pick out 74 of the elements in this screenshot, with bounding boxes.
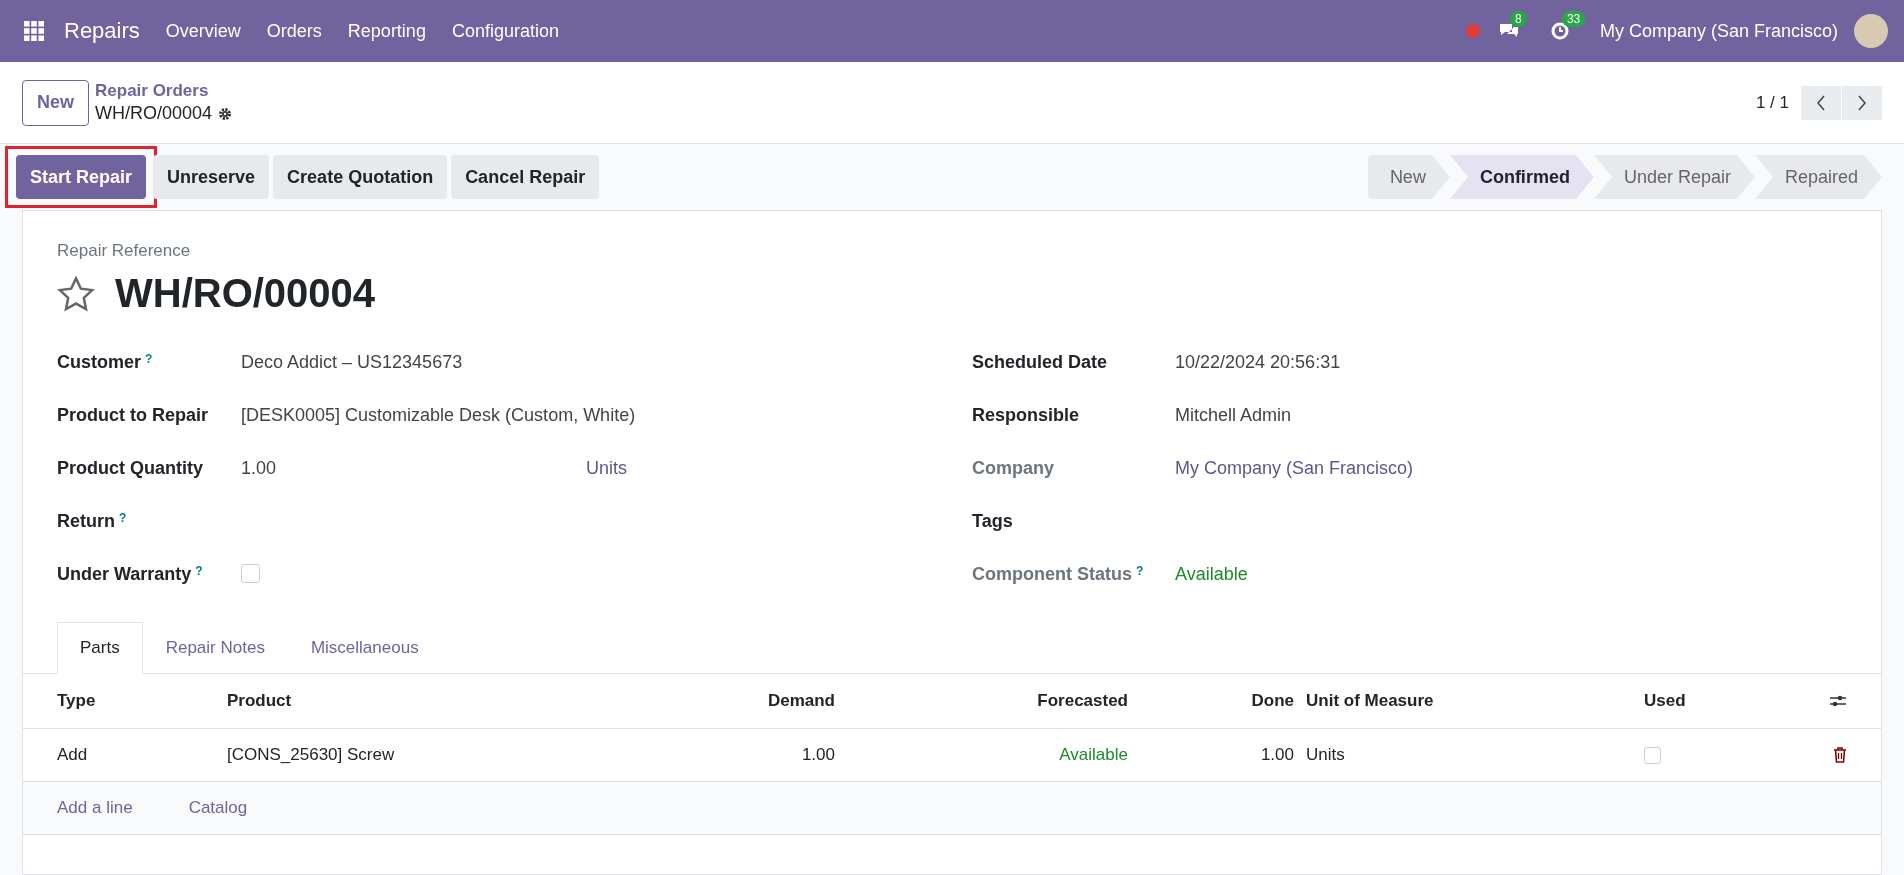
pager-value: 1 / 1 [1755, 92, 1789, 113]
help-tooltip-icon[interactable]: ? [145, 352, 153, 366]
company-switcher[interactable]: My Company (San Francisco) [1599, 20, 1838, 42]
breadcrumb-link[interactable]: Repair Orders [95, 81, 233, 101]
column-header[interactable]: Type [57, 691, 227, 711]
menu-item[interactable]: Orders [266, 20, 322, 42]
user-avatar[interactable] [1854, 14, 1888, 48]
table-cell-text: 1.00 [1259, 745, 1295, 765]
status-stage[interactable]: Under Repair [1593, 155, 1755, 199]
column-header[interactable]: Done [1128, 691, 1306, 711]
column-header[interactable]: Product [227, 691, 517, 711]
help-tooltip-icon[interactable]: ? [195, 564, 203, 578]
field-value[interactable]: 1.00 [241, 458, 586, 479]
gear-icon[interactable] [218, 106, 233, 121]
status-value: Available [1175, 564, 1248, 585]
status-stage[interactable]: New [1367, 155, 1450, 199]
field-label: Tags [972, 511, 1013, 532]
column-header[interactable]: Forecasted [835, 691, 1128, 711]
count-badge: 8 [1509, 11, 1527, 27]
add-link[interactable]: Add a line [57, 798, 133, 818]
record-dot-icon[interactable] [1465, 24, 1480, 38]
menu-item[interactable]: Configuration [451, 20, 559, 42]
notebook-tab[interactable]: Miscellaneous [287, 622, 442, 674]
record-name: WH/RO/00004 [95, 103, 213, 124]
field-value[interactable]: [DESK0005] Customizable Desk (Custom, White) [241, 405, 636, 426]
status-value: Available [1058, 745, 1128, 765]
checkbox[interactable] [241, 564, 260, 583]
record-title: WH/RO/00004 [115, 271, 376, 316]
table-cell-text: Units [1306, 745, 1346, 765]
count-badge: 33 [1561, 11, 1586, 27]
sliders-icon[interactable] [1829, 693, 1847, 709]
field-value[interactable]: Mitchell Admin [1175, 405, 1292, 426]
field-label: Component Status [972, 564, 1132, 585]
add-link[interactable]: Catalog [188, 798, 248, 818]
field-label: Company [972, 458, 1054, 479]
chevron-right-icon [1857, 94, 1867, 111]
new-button[interactable]: New [22, 79, 89, 126]
table-cell-text: [CONS_25630] Screw [227, 745, 396, 765]
checkbox[interactable] [1644, 746, 1661, 764]
field-value[interactable]: 10/22/2024 20:56:31 [1175, 352, 1341, 373]
action-button[interactable]: Unreserve [153, 155, 270, 199]
field-label: Scheduled Date [972, 352, 1108, 373]
column-header[interactable]: Used [1644, 691, 1794, 711]
help-tooltip-icon[interactable]: ? [119, 511, 127, 525]
action-button[interactable]: Start Repair [16, 155, 147, 199]
unit-value[interactable]: Units [586, 458, 627, 479]
field-link[interactable]: My Company (San Francisco) [1175, 458, 1414, 479]
table-cell-text: Add [57, 745, 89, 765]
notebook-tab[interactable]: Parts [57, 622, 143, 674]
table-cell-text: 1.00 [800, 745, 835, 765]
apps-menu-icon[interactable] [24, 21, 44, 41]
column-header[interactable]: Unit of Measure [1306, 691, 1644, 711]
field-value[interactable]: Deco Addict – US12345673 [241, 352, 463, 373]
field-label: Return [57, 511, 115, 532]
action-button[interactable]: Cancel Repair [451, 155, 600, 199]
notebook-tab[interactable]: Repair Notes [142, 622, 288, 674]
clock-icon[interactable] [1549, 21, 1570, 41]
app-name[interactable]: Repairs [64, 18, 140, 44]
menu-item[interactable]: Reporting [347, 20, 426, 42]
field-label: Under Warranty [57, 564, 192, 585]
field-label: Product to Repair [57, 405, 208, 426]
field-label: Customer [57, 352, 141, 373]
menu-item[interactable]: Overview [165, 20, 241, 42]
trash-icon[interactable] [1833, 747, 1847, 763]
chevron-left-icon [1816, 94, 1826, 111]
status-stage[interactable]: Repaired [1754, 155, 1882, 199]
field-label: Repair Reference [57, 241, 192, 261]
field-label: Product Quantity [57, 458, 203, 479]
column-header[interactable]: Demand [517, 691, 835, 711]
status-stage[interactable]: Confirmed [1449, 155, 1594, 199]
star-icon[interactable] [57, 275, 95, 312]
help-tooltip-icon[interactable]: ? [1136, 564, 1144, 578]
field-label: Responsible [972, 405, 1080, 426]
action-button[interactable]: Create Quotation [273, 155, 448, 199]
